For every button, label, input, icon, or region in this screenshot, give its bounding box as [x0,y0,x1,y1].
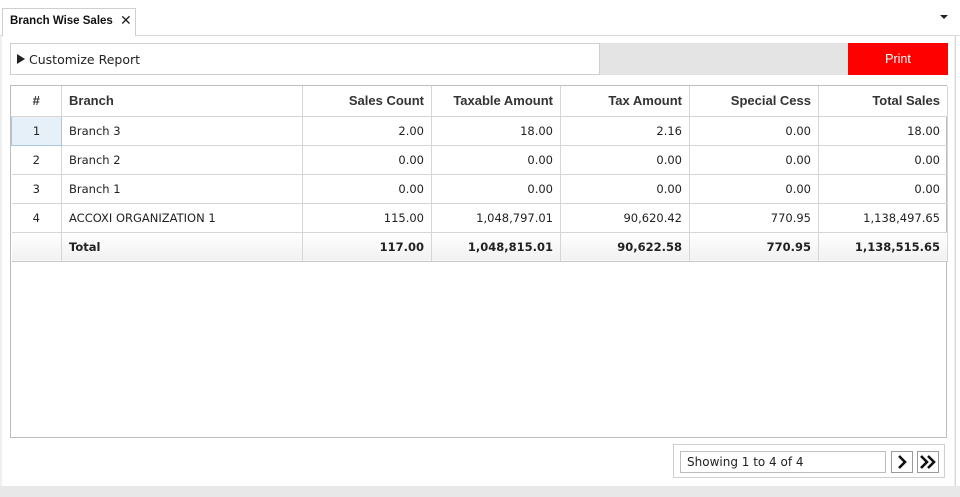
sales-grid: # Branch Sales Count Taxable Amount Tax … [10,85,948,438]
taxable-amount-cell[interactable]: 0.00 [431,145,561,175]
column-header-tax-amount[interactable]: Tax Amount [560,86,690,117]
print-button[interactable]: Print [848,43,948,75]
special-cess-cell[interactable]: 0.00 [689,174,819,204]
total-sales-cell[interactable]: 0.00 [818,174,948,204]
branch-cell[interactable]: Branch 3 [61,116,303,146]
total-total-sales: 1,138,515.65 [818,232,948,262]
tab-strip: Branch Wise Sales ✕ [0,0,960,36]
taxable-amount-cell[interactable]: 18.00 [431,116,561,146]
column-header-total-sales[interactable]: Total Sales [818,86,948,117]
row-index-cell[interactable]: 1 [11,115,62,146]
tax-amount-cell[interactable]: 2.16 [560,116,690,146]
table-row[interactable]: 2 Branch 2 0.00 0.00 0.00 0.00 0.00 [11,145,948,175]
tab-dropdown-icon[interactable] [937,10,951,24]
column-header-taxable-amount[interactable]: Taxable Amount [431,86,561,117]
total-sales-cell[interactable]: 18.00 [818,116,948,146]
table-row[interactable]: 1 Branch 3 2.00 18.00 2.16 0.00 18.00 [11,115,948,146]
row-index-cell[interactable]: 3 [11,174,62,204]
pager: Showing 1 to 4 of 4 [673,444,945,478]
last-page-button[interactable] [917,451,939,473]
sales-count-cell[interactable]: 2.00 [302,116,432,146]
sales-count-cell[interactable]: 0.00 [302,174,432,204]
total-row: Total 117.00 1,048,815.01 90,622.58 770.… [11,232,948,262]
branch-cell[interactable]: ACCOXI ORGANIZATION 1 [61,203,303,233]
tab-title: Branch Wise Sales [10,15,113,27]
tab-branch-wise-sales[interactable]: Branch Wise Sales ✕ [2,8,136,36]
row-index-cell[interactable]: 4 [11,203,62,233]
column-header-sales-count[interactable]: Sales Count [302,86,432,117]
total-special-cess: 770.95 [689,232,819,262]
special-cess-cell[interactable]: 0.00 [689,145,819,175]
taxable-amount-cell[interactable]: 0.00 [431,174,561,204]
branch-cell[interactable]: Branch 2 [61,145,303,175]
total-sales-cell[interactable]: 0.00 [818,145,948,175]
column-header-special-cess[interactable]: Special Cess [689,86,819,117]
total-label: Total [61,232,303,262]
table-row[interactable]: 4 ACCOXI ORGANIZATION 1 115.00 1,048,797… [11,203,948,233]
total-index-cell [11,232,62,262]
tax-amount-cell[interactable]: 0.00 [560,174,690,204]
total-taxable-amount: 1,048,815.01 [431,232,561,262]
row-index-cell[interactable]: 2 [11,145,62,175]
expand-arrow-icon [17,54,25,64]
header-row: # Branch Sales Count Taxable Amount Tax … [11,86,948,117]
sales-table: # Branch Sales Count Taxable Amount Tax … [11,86,948,262]
close-icon[interactable]: ✕ [120,14,134,28]
chevron-right-icon [898,455,907,469]
sales-count-cell[interactable]: 115.00 [302,203,432,233]
total-sales-cell[interactable]: 1,138,497.65 [818,203,948,233]
special-cess-cell[interactable]: 0.00 [689,116,819,146]
taxable-amount-cell[interactable]: 1,048,797.01 [431,203,561,233]
double-chevron-right-icon [920,455,936,469]
tax-amount-cell[interactable]: 0.00 [560,145,690,175]
total-tax-amount: 90,622.58 [560,232,690,262]
table-row[interactable]: 3 Branch 1 0.00 0.00 0.00 0.00 0.00 [11,174,948,204]
customize-report-label: Customize Report [29,52,141,67]
pager-status: Showing 1 to 4 of 4 [680,451,886,473]
bottom-status-band [0,486,960,497]
toolbar-spacer [600,43,848,75]
branch-cell[interactable]: Branch 1 [61,174,303,204]
customize-report-toggle[interactable]: Customize Report [10,43,600,75]
sales-count-cell[interactable]: 0.00 [302,145,432,175]
next-page-button[interactable] [891,451,913,473]
column-header-branch[interactable]: Branch [61,86,303,117]
column-header-index[interactable]: # [11,86,62,117]
total-sales-count: 117.00 [302,232,432,262]
tax-amount-cell[interactable]: 90,620.42 [560,203,690,233]
special-cess-cell[interactable]: 770.95 [689,203,819,233]
